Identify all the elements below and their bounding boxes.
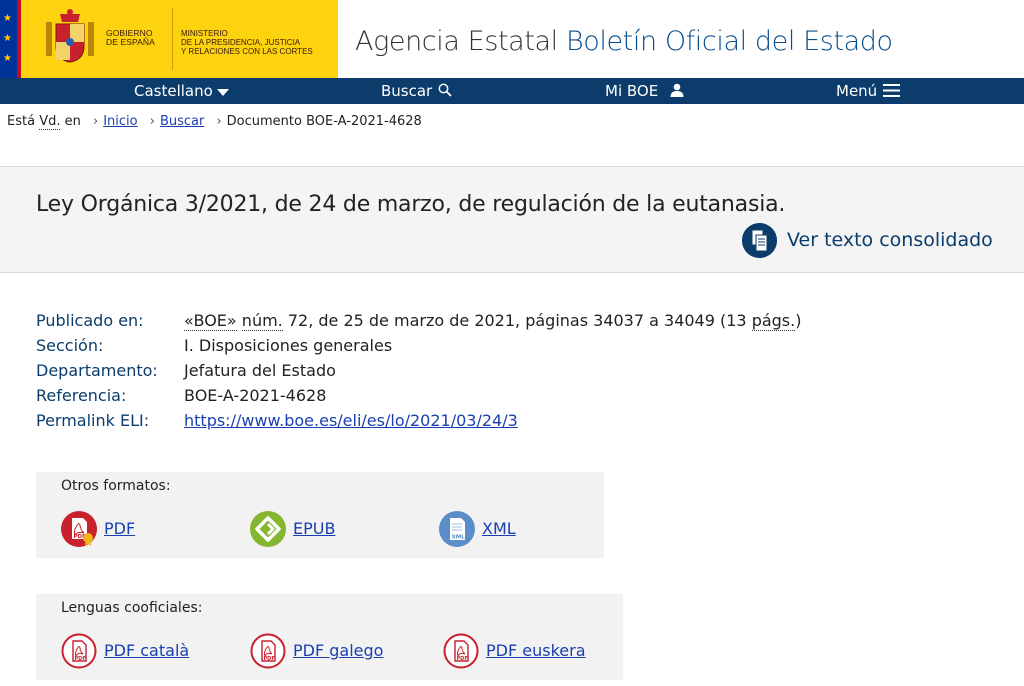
chevron-right-icon: › xyxy=(216,114,222,129)
eu-flag: ★ ★ ★ xyxy=(0,0,17,78)
chevron-right-icon: › xyxy=(149,114,155,129)
other-formats-box: Otros formatos: PDF PDF EPUB XML XML xyxy=(36,472,604,558)
main-nav: Castellano Buscar Mi BOE Menú xyxy=(0,78,1024,104)
breadcrumb-link-inicio[interactable]: Inicio xyxy=(103,114,137,129)
co-official-languages-box: Lenguas cooficiales: PDF PDF català PDF … xyxy=(36,594,623,680)
svg-text:XML: XML xyxy=(452,535,466,541)
chevron-right-icon: › xyxy=(92,114,99,129)
document-title: Ley Orgánica 3/2021, de 24 de marzo, de … xyxy=(36,192,786,217)
government-logo[interactable]: ★ ★ ★ GOBIERNO DE ESPAÑA MINISTERIO DE L… xyxy=(0,0,338,78)
gobierno-label: GOBIERNO DE ESPAÑA xyxy=(106,28,155,47)
pdf-outline-icon: PDF xyxy=(250,633,286,669)
pdf-icon: PDF xyxy=(61,511,97,547)
search-icon xyxy=(438,83,452,97)
svg-text:PDF: PDF xyxy=(264,656,275,662)
svg-text:PDF: PDF xyxy=(457,656,468,662)
site-header: ★ ★ ★ GOBIERNO DE ESPAÑA MINISTERIO DE L… xyxy=(0,0,1024,78)
document-copy-icon xyxy=(742,223,777,258)
search-nav-item[interactable]: Buscar xyxy=(381,78,452,104)
caret-down-icon xyxy=(216,89,229,96)
document-title-box: Ley Orgánica 3/2021, de 24 de marzo, de … xyxy=(0,166,1024,273)
language-selector[interactable]: Castellano xyxy=(134,78,229,104)
breadcrumb-current: Documento BOE-A-2021-4628 xyxy=(226,114,422,129)
hamburger-icon xyxy=(883,84,901,97)
user-icon xyxy=(670,83,684,97)
menu-nav-item[interactable]: Menú xyxy=(836,78,901,104)
pdf-outline-icon: PDF xyxy=(61,633,97,669)
svg-text:PDF: PDF xyxy=(75,656,86,662)
pdf-outline-icon: PDF xyxy=(443,633,479,669)
breadcrumb-link-buscar[interactable]: Buscar xyxy=(160,114,204,129)
agency-title[interactable]: Agencia Estatal Boletín Oficial del Esta… xyxy=(355,26,893,57)
coat-of-arms-icon xyxy=(46,9,94,63)
breadcrumb: Está Vd. en › Inicio › Buscar › Documento B… xyxy=(7,114,422,130)
ministerio-label: MINISTERIO DE LA PRESIDENCIA, JUSTICIA Y… xyxy=(181,29,313,56)
my-boe-nav-item[interactable]: Mi BOE xyxy=(605,78,684,104)
epub-icon xyxy=(250,511,286,547)
xml-icon: XML xyxy=(439,511,475,547)
permalink-eli-link[interactable]: https://www.boe.es/eli/es/lo/2021/03/24/… xyxy=(184,411,518,430)
